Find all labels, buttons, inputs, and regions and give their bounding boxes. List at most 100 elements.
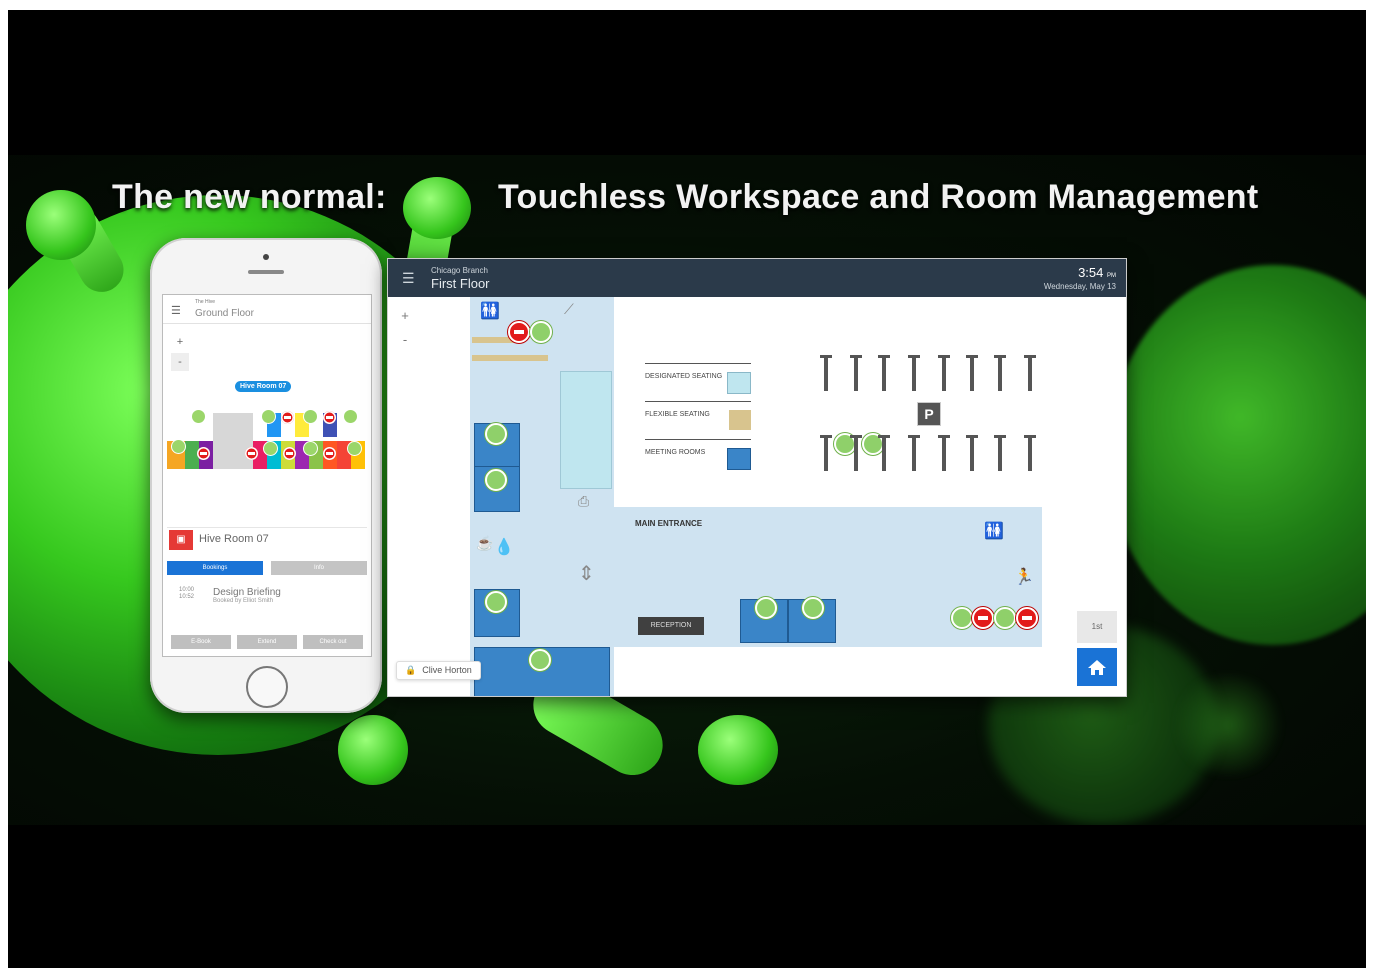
- running-exit-icon: 🏃: [1014, 569, 1034, 586]
- available-marker[interactable]: [261, 409, 276, 424]
- headline-right: Touchless Workspace and Room Management: [498, 178, 1259, 216]
- available-marker[interactable]: [755, 597, 777, 619]
- parking-space[interactable]: [966, 355, 978, 391]
- room-name: Hive Room 07: [199, 533, 269, 545]
- user-badge[interactable]: 🔒 Clive Horton: [396, 661, 481, 680]
- parking-space[interactable]: [1024, 355, 1036, 391]
- parking-space[interactable]: [994, 435, 1006, 471]
- room-summary[interactable]: ▣ Hive Room 07: [167, 527, 367, 552]
- main-entrance-label: MAIN ENTRANCE: [635, 519, 703, 528]
- floor-selector-button[interactable]: 1st: [1077, 611, 1117, 643]
- available-marker[interactable]: [347, 441, 362, 456]
- available-marker[interactable]: [485, 469, 507, 491]
- restroom-icon: 🚻: [984, 523, 1004, 540]
- parking-space[interactable]: [938, 355, 950, 391]
- coffee-icon: ☕: [476, 535, 494, 551]
- kiosk-zoom-out-button[interactable]: -: [396, 331, 414, 349]
- available-marker[interactable]: [171, 439, 186, 454]
- parking-space[interactable]: [820, 355, 832, 391]
- parking-space[interactable]: [966, 435, 978, 471]
- phone-device: ☰ The Hive Ground Floor + - Hive Room 07: [150, 238, 382, 713]
- home-button[interactable]: [1077, 648, 1117, 686]
- tab-bookings[interactable]: Bookings: [167, 561, 263, 575]
- kiosk-clock: 3:54 PM: [1078, 265, 1116, 280]
- phone-speaker: [248, 270, 284, 274]
- available-marker[interactable]: [485, 423, 507, 445]
- legend-designated-seating: DESIGNATED SEATING: [645, 363, 751, 398]
- booked-marker[interactable]: [197, 447, 210, 460]
- parking-space[interactable]: [1024, 435, 1036, 471]
- ebook-button[interactable]: E-Book: [171, 635, 231, 649]
- booked-marker[interactable]: [281, 411, 294, 424]
- event-start-time: 10:00: [179, 587, 195, 593]
- phone-zoom-in-button[interactable]: +: [171, 333, 189, 351]
- parking-space[interactable]: [850, 435, 862, 471]
- virus-spike-knob: [698, 715, 778, 785]
- hamburger-icon[interactable]: ☰: [402, 270, 415, 287]
- booked-marker[interactable]: [1016, 607, 1038, 629]
- legend-swatch: [727, 448, 751, 470]
- legend-swatch: [729, 410, 751, 430]
- stairs-icon: ⟋: [564, 301, 574, 317]
- parking-space[interactable]: [908, 355, 920, 391]
- parking-space[interactable]: [994, 355, 1006, 391]
- virus-spike-knob: [26, 190, 96, 260]
- legend-label: DESIGNATED SEATING: [645, 373, 723, 380]
- parking-space[interactable]: [908, 435, 920, 471]
- available-marker[interactable]: [802, 597, 824, 619]
- tab-info[interactable]: Info: [271, 561, 367, 575]
- available-marker[interactable]: [529, 649, 551, 671]
- phone-floor-label: Ground Floor: [195, 308, 254, 319]
- booked-marker[interactable]: [323, 447, 336, 460]
- flexible-seating-zone[interactable]: [472, 355, 548, 361]
- kiosk-branch-label: Chicago Branch: [431, 266, 488, 275]
- available-marker[interactable]: [994, 607, 1016, 629]
- meeting-room-icon: ▣: [169, 530, 193, 550]
- room-tabs: Bookings Info: [167, 561, 367, 575]
- kiosk-screen: ☰ Chicago Branch First Floor 3:54 PM Wed…: [387, 258, 1127, 697]
- booked-marker[interactable]: [972, 607, 994, 629]
- extend-button[interactable]: Extend: [237, 635, 297, 649]
- phone-zoom-out-button[interactable]: -: [171, 353, 189, 371]
- kiosk-date: Wednesday, May 13: [1043, 282, 1116, 291]
- parking-space[interactable]: [850, 355, 862, 391]
- kiosk-zoom-in-button[interactable]: +: [396, 307, 414, 325]
- available-marker[interactable]: [191, 409, 206, 424]
- available-marker[interactable]: [485, 591, 507, 613]
- available-marker[interactable]: [343, 409, 358, 424]
- phone-branch-label: The Hive: [195, 299, 216, 305]
- parking-space[interactable]: [820, 435, 832, 471]
- check-out-button[interactable]: Check out: [303, 635, 363, 649]
- event-details[interactable]: Design Briefing Booked by Elliot Smith: [213, 587, 281, 604]
- phone-floor-map[interactable]: [167, 405, 367, 475]
- available-marker[interactable]: [951, 607, 973, 629]
- reception-desk[interactable]: RECEPTION: [638, 617, 704, 635]
- legend-meeting-rooms: MEETING ROOMS: [645, 439, 751, 474]
- map-core: [213, 413, 253, 469]
- available-marker[interactable]: [530, 321, 552, 343]
- available-marker[interactable]: [303, 409, 318, 424]
- booked-marker[interactable]: [245, 447, 258, 460]
- legend-label: MEETING ROOMS: [645, 449, 706, 456]
- available-marker[interactable]: [263, 441, 278, 456]
- home-icon: [1088, 660, 1106, 675]
- available-marker[interactable]: [303, 441, 318, 456]
- headline-left: The new normal:: [112, 178, 387, 216]
- legend-label: FLEXIBLE SEATING: [645, 411, 710, 418]
- phone-home-button[interactable]: [246, 666, 288, 708]
- parking-space[interactable]: [938, 435, 950, 471]
- booked-marker[interactable]: [323, 411, 336, 424]
- phone-header: ☰ The Hive Ground Floor: [163, 295, 371, 324]
- room-tooltip: Hive Room 07: [235, 381, 292, 392]
- parking-sign: P: [917, 402, 941, 426]
- booked-marker[interactable]: [283, 447, 296, 460]
- legend-swatch: [727, 372, 751, 394]
- designated-seating-zone[interactable]: [560, 371, 612, 489]
- kiosk-floor-label: First Floor: [431, 276, 490, 291]
- hamburger-icon[interactable]: ☰: [171, 304, 181, 317]
- parking-space[interactable]: [878, 355, 890, 391]
- booked-marker[interactable]: [508, 321, 530, 343]
- printer-icon: ⎙: [578, 493, 590, 509]
- parking-space[interactable]: [878, 435, 890, 471]
- lock-icon: 🔒: [405, 665, 417, 675]
